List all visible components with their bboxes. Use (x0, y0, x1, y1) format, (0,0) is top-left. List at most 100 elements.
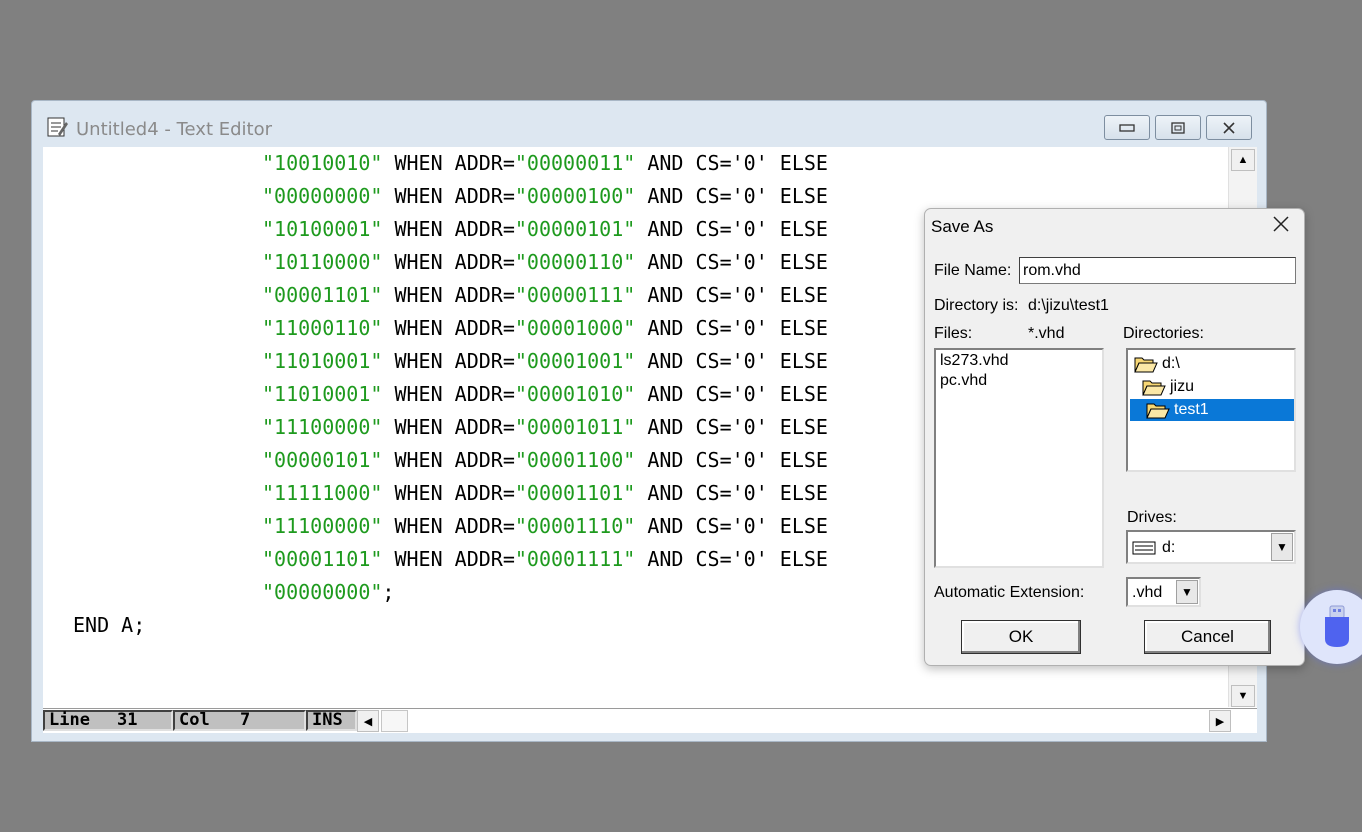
code-string-literal: "10110000" (262, 250, 383, 274)
column-indicator: Col 7 (173, 710, 306, 731)
drives-dropdown[interactable]: d: ▼ (1126, 530, 1296, 564)
code-condition-text: AND CS='0' ELSE (635, 283, 828, 307)
restore-button[interactable] (1155, 115, 1201, 140)
col-label: Col (179, 710, 210, 730)
files-label: Files: (934, 325, 973, 342)
code-address-literal: "00001111" (514, 547, 636, 571)
files-filter: *.vhd (1028, 325, 1065, 342)
code-string-literal: "00000000" (262, 580, 383, 604)
directory-item-test1-selected[interactable]: test1 (1130, 399, 1294, 421)
status-bar: Line 31 Col 7 INS ◀ ▶ (43, 708, 1257, 733)
scroll-down-button[interactable]: ▼ (1231, 685, 1255, 707)
code-keyword-text: WHEN ADDR= (382, 151, 515, 175)
code-string-literal: "11100000" (262, 514, 383, 538)
files-listbox[interactable]: ls273.vhd pc.vhd (934, 348, 1104, 568)
ok-button[interactable]: OK (961, 620, 1081, 654)
code-line: "11100000" WHEN ADDR="00001011" AND CS='… (262, 411, 828, 444)
drive-value: d: (1162, 539, 1176, 556)
code-string-literal: "11010001" (262, 382, 383, 406)
code-keyword-text: ; (382, 580, 395, 604)
minimize-icon (1119, 123, 1135, 132)
code-line: "11100000" WHEN ADDR="00001110" AND CS='… (262, 510, 828, 543)
triangle-left-icon: ◀ (363, 715, 373, 728)
title-bar[interactable]: Untitled4 - Text Editor (32, 101, 1266, 147)
dialog-title: Save As (931, 217, 994, 236)
directory-label: test1 (1174, 401, 1209, 418)
directories-listbox[interactable]: d:\ jizu test1 (1126, 348, 1296, 472)
restore-icon (1171, 121, 1185, 134)
code-keyword-text: WHEN ADDR= (382, 316, 515, 340)
scroll-right-button[interactable]: ▶ (1209, 710, 1231, 732)
code-string-literal: "11100000" (262, 415, 383, 439)
code-condition-text: AND CS='0' ELSE (635, 481, 828, 505)
code-address-literal: "00001110" (514, 514, 636, 538)
insert-mode-indicator: INS (306, 710, 357, 731)
usb-drive-icon (1325, 605, 1349, 647)
window-title: Untitled4 - Text Editor (76, 119, 272, 140)
triangle-right-icon: ▶ (1215, 715, 1225, 728)
triangle-down-icon: ▼ (1276, 540, 1288, 554)
code-condition-text: AND CS='0' ELSE (635, 217, 828, 241)
code-keyword-text: WHEN ADDR= (382, 547, 515, 571)
code-end-line: END A; (73, 613, 146, 637)
cancel-button[interactable]: Cancel (1144, 620, 1271, 654)
code-condition-text: AND CS='0' ELSE (635, 316, 828, 340)
code-line: "00000000"; (262, 576, 394, 609)
code-string-literal: "00001101" (262, 547, 383, 571)
minimize-button[interactable] (1104, 115, 1150, 140)
mode-label: INS (312, 710, 343, 730)
code-keyword-text: WHEN ADDR= (382, 349, 515, 373)
file-item[interactable]: pc.vhd (940, 372, 987, 390)
automatic-extension-dropdown[interactable]: .vhd ▼ (1126, 577, 1201, 607)
code-line: "11010001" WHEN ADDR="00001010" AND CS='… (262, 378, 828, 411)
directory-label: d:\ (1162, 355, 1180, 372)
code-line: "10010010" WHEN ADDR="00000011" AND CS='… (262, 147, 828, 180)
directory-item-root[interactable]: d:\ (1134, 353, 1180, 375)
code-keyword-text: WHEN ADDR= (382, 514, 515, 538)
triangle-up-icon: ▲ (1237, 154, 1249, 166)
open-folder-icon (1134, 357, 1158, 373)
line-label: Line (49, 710, 90, 730)
code-condition-text: AND CS='0' ELSE (635, 151, 828, 175)
code-line: "00000000" WHEN ADDR="00000100" AND CS='… (262, 180, 828, 213)
code-line: "11010001" WHEN ADDR="00001001" AND CS='… (262, 345, 828, 378)
code-condition-text: AND CS='0' ELSE (635, 514, 828, 538)
code-line: "10110000" WHEN ADDR="00000110" AND CS='… (262, 246, 828, 279)
code-address-literal: "00001011" (514, 415, 636, 439)
file-item[interactable]: ls273.vhd (940, 352, 1009, 370)
line-value: 31 (117, 710, 138, 730)
extension-dropdown-button[interactable]: ▼ (1176, 580, 1198, 604)
automatic-extension-label: Automatic Extension: (934, 584, 1085, 601)
code-line: "11111000" WHEN ADDR="00001101" AND CS='… (262, 477, 828, 510)
file-name-input[interactable]: rom.vhd (1019, 257, 1296, 284)
close-button[interactable] (1206, 115, 1252, 140)
code-address-literal: "00001000" (514, 316, 636, 340)
code-line: "00001101" WHEN ADDR="00000111" AND CS='… (262, 279, 828, 312)
code-condition-text: AND CS='0' ELSE (635, 250, 828, 274)
code-keyword-text: WHEN ADDR= (382, 250, 515, 274)
close-icon (1273, 216, 1289, 232)
text-editor-app-icon (47, 117, 68, 137)
dialog-close-button[interactable] (1269, 215, 1293, 237)
code-address-literal: "00000110" (514, 250, 636, 274)
horizontal-scroll-thumb[interactable] (381, 710, 408, 732)
code-keyword-text: WHEN ADDR= (382, 415, 515, 439)
directory-item-jizu[interactable]: jizu (1142, 376, 1194, 398)
code-line: "00001101" WHEN ADDR="00001111" AND CS='… (262, 543, 828, 576)
drives-dropdown-button[interactable]: ▼ (1271, 533, 1293, 561)
code-string-literal: "10010010" (262, 151, 383, 175)
scroll-left-button[interactable]: ◀ (357, 710, 379, 732)
open-folder-icon (1142, 380, 1166, 396)
directory-label: jizu (1170, 378, 1195, 395)
col-value: 7 (240, 710, 251, 730)
code-condition-text: AND CS='0' ELSE (635, 184, 828, 208)
usb-device-widget[interactable] (1300, 590, 1362, 664)
code-string-literal: "11111000" (262, 481, 383, 505)
scroll-up-button[interactable]: ▲ (1231, 149, 1255, 171)
code-address-literal: "00000100" (514, 184, 636, 208)
code-keyword-text: WHEN ADDR= (382, 217, 515, 241)
code-line: "11000110" WHEN ADDR="00001000" AND CS='… (262, 312, 828, 345)
code-keyword-text: WHEN ADDR= (382, 382, 515, 406)
directory-label: Directory is: (934, 297, 1019, 314)
file-name-label: File Name: (934, 262, 1012, 279)
